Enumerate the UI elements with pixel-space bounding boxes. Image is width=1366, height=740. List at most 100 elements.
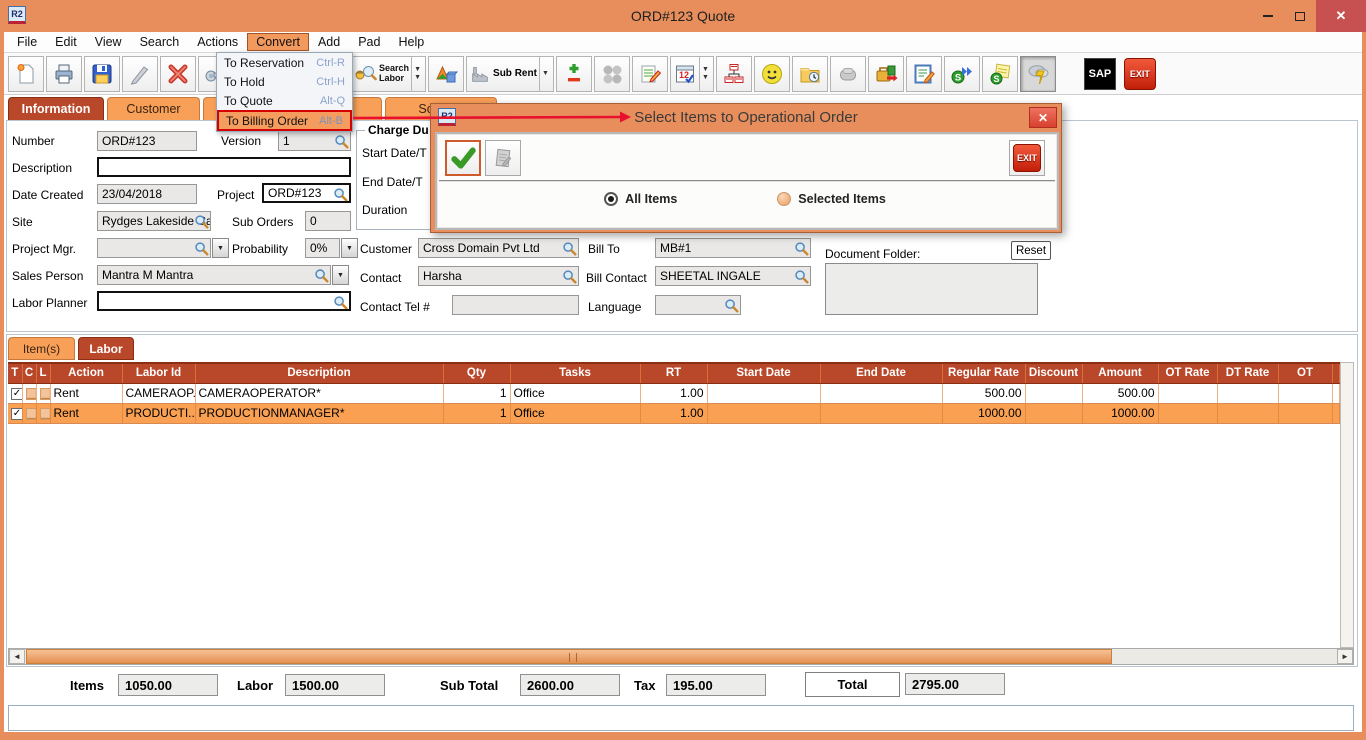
cell-start-date[interactable] [707,403,820,423]
col-start-date[interactable]: Start Date [707,363,820,383]
col-t[interactable]: T [8,363,22,383]
customer-field[interactable]: Cross Domain Pvt Ltd [418,238,579,258]
bill-to-lookup-icon[interactable] [794,241,809,256]
invoice-money-button[interactable]: S [982,56,1018,92]
menu-item-to-reservation[interactable]: To Reservation Ctrl-R [217,53,352,72]
exit-button[interactable]: EXIT [1124,58,1156,90]
menu-search[interactable]: Search [131,33,189,51]
col-description[interactable]: Description [195,363,443,383]
col-dt-rate[interactable]: DT Rate [1217,363,1278,383]
reset-button[interactable]: Reset [1011,241,1051,260]
col-discount[interactable]: Discount [1025,363,1082,383]
menu-view[interactable]: View [86,33,131,51]
bill-to-field[interactable]: MB#1 [655,238,811,258]
delete-button[interactable] [160,56,196,92]
contact-lookup-icon[interactable] [562,269,577,284]
col-qty[interactable]: Qty [443,363,510,383]
customer-lookup-icon[interactable] [562,241,577,256]
search-labor-button[interactable]: SearchLabor ▼▼ [350,56,426,92]
col-c[interactable]: C [22,363,36,383]
project-mgr-lookup-icon[interactable] [194,241,209,256]
labor-planner-field[interactable] [97,291,351,311]
scroll-right-button[interactable]: ► [1337,649,1353,664]
menu-item-to-quote[interactable]: To Quote Alt-Q [217,91,352,110]
site-lookup-icon[interactable] [194,214,209,229]
cell-ot-rate[interactable] [1158,383,1217,403]
cell-ot[interactable] [1278,403,1332,423]
cell-qty[interactable]: 1 [443,403,510,423]
tab-customer[interactable]: Customer [107,97,200,120]
site-field[interactable]: Rydges Lakeside Ca [97,211,211,231]
horizontal-scrollbar[interactable]: ◄ ► [8,648,1354,665]
sub-rent-dropdown[interactable]: ▼ [539,57,551,91]
dialog-invoice-button[interactable] [485,140,521,176]
cell-tasks[interactable]: Office [510,403,640,423]
row1-t-checkbox[interactable]: ✓ [11,388,22,400]
col-rt[interactable]: RT [640,363,707,383]
project-field[interactable]: ORD#123 [262,183,351,203]
cell-dt-rate[interactable] [1217,383,1278,403]
sub-rent-button[interactable]: Sub Rent ▼ [466,56,554,92]
scroll-left-button[interactable]: ◄ [9,649,25,664]
version-lookup-icon[interactable] [334,134,349,149]
version-field[interactable]: 1 [278,131,351,151]
table-row[interactable]: ✓ Rent CAMERAOP... CAMERAOPERATOR* 1 Off… [8,383,1340,403]
print-button[interactable] [46,56,82,92]
document-edit-button[interactable] [906,56,942,92]
probability-dropdown[interactable]: ▼ [341,238,358,258]
radio-all-items[interactable]: All Items [604,192,677,206]
contact-field[interactable]: Harsha [418,266,579,286]
cell-start-date[interactable] [707,383,820,403]
history-folder-button[interactable] [792,56,828,92]
tab-items[interactable]: Item(s) [8,337,75,360]
language-field[interactable] [655,295,741,315]
menu-help[interactable]: Help [389,33,433,51]
cell-tasks[interactable]: Office [510,383,640,403]
col-labor-id[interactable]: Labor Id [122,363,195,383]
cell-regular-rate[interactable]: 500.00 [942,383,1025,403]
cell-ot[interactable] [1278,383,1332,403]
vertical-scrollbar[interactable] [1340,362,1354,648]
labor-planner-lookup-icon[interactable] [333,295,348,310]
search-labor-dropdown[interactable]: ▼▼ [411,57,423,91]
shapes-button[interactable] [428,56,464,92]
col-amount[interactable]: Amount [1082,363,1158,383]
menu-file[interactable]: File [8,33,46,51]
cell-description[interactable]: PRODUCTIONMANAGER* [195,403,443,423]
sales-person-dropdown[interactable]: ▼ [332,265,349,285]
hierarchy-button[interactable] [716,56,752,92]
table-row-selected[interactable]: ✓ Rent PRODUCTI... PRODUCTIONMANAGER* 1 … [8,403,1340,423]
add-remove-button[interactable] [556,56,592,92]
document-folder-box[interactable] [825,263,1038,315]
language-lookup-icon[interactable] [724,298,739,313]
minimize-button[interactable] [1252,0,1284,32]
sales-person-field[interactable]: Mantra M Mantra [97,265,331,285]
menu-add[interactable]: Add [309,33,349,51]
project-mgr-dropdown[interactable]: ▼ [212,238,229,258]
menu-edit[interactable]: Edit [46,33,86,51]
cell-action[interactable]: Rent [50,383,122,403]
bill-contact-field[interactable]: SHEETAL INGALE [655,266,811,286]
notes-button[interactable] [632,56,668,92]
project-mgr-field[interactable] [97,238,211,258]
tab-labor[interactable]: Labor [78,337,134,360]
row1-l-checkbox[interactable] [40,388,51,400]
row2-t-checkbox[interactable]: ✓ [11,408,22,420]
edit-button[interactable] [122,56,158,92]
cell-qty[interactable]: 1 [443,383,510,403]
cell-amount[interactable]: 1000.00 [1082,403,1158,423]
cell-end-date[interactable] [820,403,942,423]
cell-action[interactable]: Rent [50,403,122,423]
row2-c-checkbox[interactable] [26,408,37,420]
calendar-dropdown[interactable]: ▼▼ [699,57,711,91]
dialog-ok-button[interactable] [445,140,481,176]
tab-information[interactable]: Information [8,97,104,120]
cell-rt[interactable]: 1.00 [640,403,707,423]
close-button[interactable]: ✕ [1316,0,1366,32]
dialog-exit-button[interactable]: EXIT [1009,140,1045,176]
menu-item-to-billing-order[interactable]: To Billing Order Alt-B [217,110,352,131]
contact-button[interactable] [754,56,790,92]
radio-selected-items[interactable]: Selected Items [777,192,886,206]
cell-regular-rate[interactable]: 1000.00 [942,403,1025,423]
cell-end-date[interactable] [820,383,942,403]
